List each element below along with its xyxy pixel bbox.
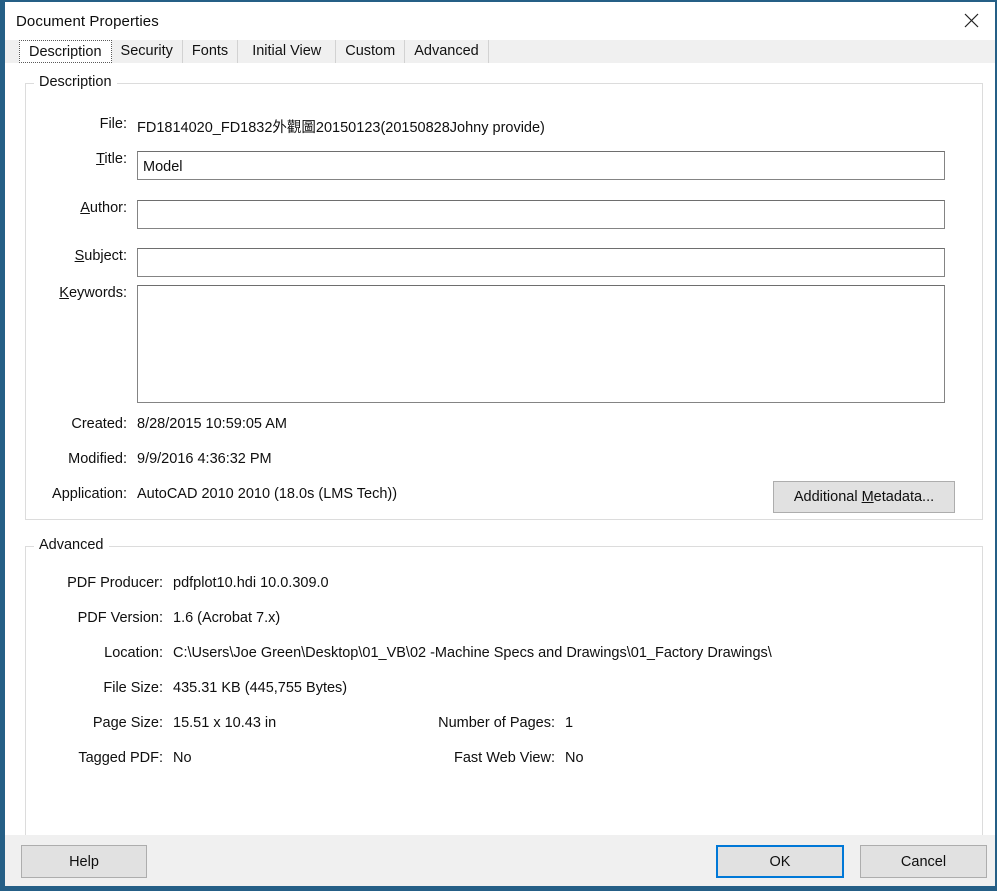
- subject-label-rest: ubject:: [84, 248, 127, 264]
- tab-custom-label: Custom: [345, 43, 396, 59]
- tab-description-label: Description: [29, 44, 102, 60]
- fast-web-view-value: No: [565, 750, 584, 766]
- file-size-label: File Size:: [103, 680, 163, 696]
- advanced-group: Advanced: [25, 537, 983, 858]
- tab-initial-view[interactable]: Initial View: [238, 40, 337, 63]
- ok-button-label: OK: [769, 853, 791, 870]
- fast-web-view-label: Fast Web View:: [453, 750, 555, 766]
- field-row-number-of-pages: Number of Pages: 1: [395, 715, 725, 731]
- tab-initial-view-label: Initial View: [252, 43, 322, 59]
- keywords-textarea[interactable]: [137, 285, 945, 403]
- field-row-subject: Subject:: [25, 248, 965, 277]
- field-row-pdf-producer: PDF Producer: pdfplot10.hdi 10.0.309.0: [25, 575, 725, 591]
- file-size-value: 435.31 KB (445,755 Bytes): [173, 680, 348, 696]
- application-label: Application:: [52, 486, 127, 502]
- tab-panel-description: Description File: FD1814020_FD1832外觀圖201…: [5, 63, 995, 858]
- application-value: AutoCAD 2010 2010 (18.0s (LMS Tech)): [137, 486, 398, 502]
- tab-description[interactable]: Description: [19, 40, 112, 63]
- tab-strip-filler: [488, 40, 995, 63]
- tagged-pdf-label: Tagged PDF:: [78, 750, 163, 766]
- title-label-rest: itle:: [104, 151, 127, 167]
- author-label-accel: A: [80, 200, 90, 216]
- description-group-legend: Description: [34, 74, 117, 90]
- page-size-value: 15.51 x 10.43 in: [173, 715, 277, 731]
- file-label: File:: [99, 116, 127, 132]
- field-row-fast-web-view: Fast Web View: No: [395, 750, 725, 766]
- pdf-version-value: 1.6 (Acrobat 7.x): [173, 610, 281, 626]
- tab-security[interactable]: Security: [111, 40, 183, 63]
- advanced-group-legend: Advanced: [34, 537, 109, 553]
- modified-label: Modified:: [68, 451, 127, 467]
- tab-security-label: Security: [120, 43, 173, 59]
- tab-custom[interactable]: Custom: [336, 40, 406, 63]
- help-button-label: Help: [69, 853, 99, 870]
- field-row-modified: Modified: 9/9/2016 4:36:32 PM: [25, 451, 725, 467]
- help-button[interactable]: Help: [21, 845, 147, 878]
- title-bar: Document Properties: [5, 2, 995, 40]
- field-row-author: Author:: [25, 200, 965, 229]
- author-input[interactable]: [137, 200, 945, 229]
- window-title: Document Properties: [16, 12, 159, 30]
- field-row-application: Application: AutoCAD 2010 2010 (18.0s (L…: [25, 486, 725, 502]
- modified-value: 9/9/2016 4:36:32 PM: [137, 451, 272, 467]
- location-value: C:\Users\Joe Green\Desktop\01_VB\02 -Mac…: [173, 645, 772, 661]
- tab-fonts-label: Fonts: [191, 43, 229, 59]
- additional-metadata-label: Additional Metadata...: [794, 489, 934, 505]
- cancel-button[interactable]: Cancel: [860, 845, 987, 878]
- close-button[interactable]: [948, 2, 995, 38]
- dialog-button-bar: Help OK Cancel: [5, 835, 995, 886]
- tab-strip: Description Security Fonts Initial View …: [5, 40, 995, 63]
- field-row-keywords: Keywords:: [25, 285, 965, 403]
- tab-advanced-label: Advanced: [414, 43, 479, 59]
- field-row-pdf-version: PDF Version: 1.6 (Acrobat 7.x): [25, 610, 725, 626]
- field-row-created: Created: 8/28/2015 10:59:05 AM: [25, 416, 725, 432]
- number-of-pages-label: Number of Pages:: [438, 715, 555, 731]
- field-row-title: Title:: [25, 151, 965, 180]
- created-label: Created:: [71, 416, 127, 432]
- tagged-pdf-value: No: [173, 750, 192, 766]
- additional-metadata-pre: Additional: [793, 489, 862, 505]
- tab-fonts[interactable]: Fonts: [182, 40, 239, 63]
- field-row-file: File: FD1814020_FD1832外觀圖20150123(201508…: [25, 116, 965, 137]
- author-label-rest: uthor:: [89, 200, 127, 216]
- title-input[interactable]: [137, 151, 945, 180]
- field-row-file-size: File Size: 435.31 KB (445,755 Bytes): [25, 680, 445, 696]
- field-row-tagged-pdf: Tagged PDF: No: [25, 750, 445, 766]
- created-value: 8/28/2015 10:59:05 AM: [137, 416, 287, 432]
- keywords-label-rest: eywords:: [68, 285, 127, 301]
- additional-metadata-button[interactable]: Additional Metadata...: [773, 481, 955, 513]
- cancel-button-label: Cancel: [900, 853, 947, 870]
- title-label: Title:: [25, 151, 137, 167]
- tab-advanced[interactable]: Advanced: [405, 40, 489, 63]
- additional-metadata-post: etadata...: [873, 489, 935, 505]
- subject-label-accel: S: [74, 248, 85, 264]
- field-row-location: Location: C:\Users\Joe Green\Desktop\01_…: [25, 645, 925, 661]
- number-of-pages-value: 1: [565, 715, 574, 731]
- pdf-producer-label: PDF Producer:: [67, 575, 163, 591]
- page-size-label: Page Size:: [92, 715, 163, 731]
- author-label: Author:: [25, 200, 137, 216]
- location-label: Location:: [104, 645, 163, 661]
- file-value: FD1814020_FD1832外觀圖20150123(20150828John…: [137, 120, 545, 136]
- subject-label: Subject:: [25, 248, 137, 264]
- additional-metadata-accel: M: [861, 489, 874, 505]
- subject-input[interactable]: [137, 248, 945, 277]
- pdf-producer-value: pdfplot10.hdi 10.0.309.0: [173, 575, 329, 591]
- ok-button[interactable]: OK: [716, 845, 844, 878]
- pdf-version-label: PDF Version:: [77, 610, 163, 626]
- field-row-page-size: Page Size: 15.51 x 10.43 in: [25, 715, 445, 731]
- close-icon: [964, 13, 979, 28]
- keywords-label-accel: K: [59, 285, 69, 301]
- keywords-label: Keywords:: [25, 285, 137, 301]
- document-properties-dialog: Document Properties Description Security…: [0, 0, 997, 891]
